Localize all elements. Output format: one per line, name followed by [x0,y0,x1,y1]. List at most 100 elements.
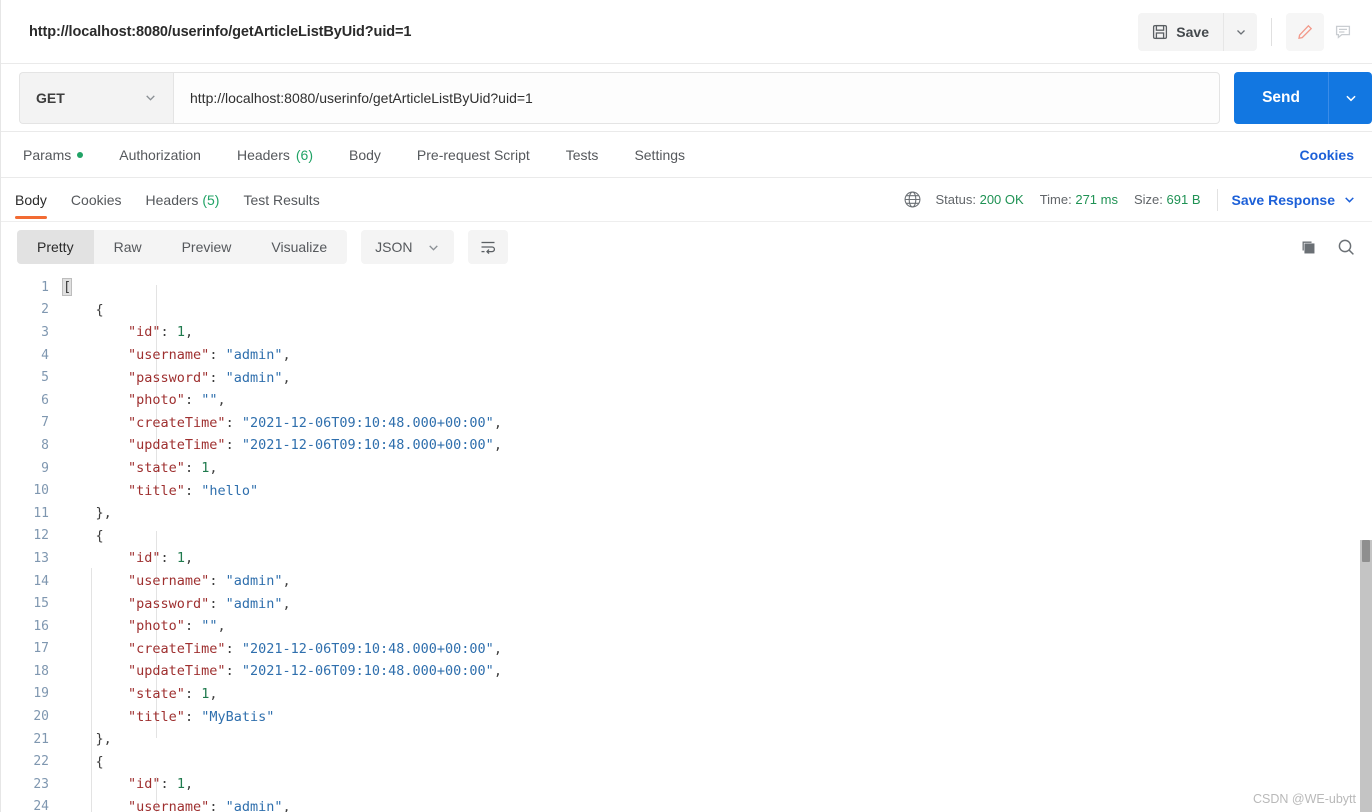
code-token: 1 [176,324,185,341]
line-number: 16 [33,618,49,634]
code-token: { [95,301,104,318]
response-tab-label: Body [15,191,47,208]
code-token: , [217,618,226,635]
http-method-select[interactable]: GET [19,71,173,124]
postman-window: http://localhost:8080/userinfo/getArticl… [0,0,1372,812]
code-token: , [282,573,291,590]
line-number: 14 [33,573,49,589]
code-token: "admin" [225,347,283,364]
code-token: "photo" [128,392,185,409]
send-button[interactable]: Send [1234,71,1328,124]
comment-icon [1334,23,1352,41]
line-number: 1 [41,279,49,295]
code-token: 1 [176,776,185,793]
save-button-group: Save [1138,12,1257,51]
comment-button[interactable] [1324,13,1362,51]
line-number: 3 [41,324,49,340]
code-token: : [209,798,226,812]
save-button[interactable]: Save [1138,13,1223,51]
line-number: 12 [33,528,49,544]
request-tab-label: Body [349,146,381,163]
line-content: "state": 1, [63,686,217,702]
request-tab-body[interactable]: Body [349,147,399,163]
pencil-icon [1296,23,1314,41]
request-tab-tests[interactable]: Tests [566,147,617,163]
code-line: 12 { [1,525,1372,548]
request-tab-label: Settings [634,146,686,163]
code-token: , [184,776,194,793]
code-token: "admin" [225,573,283,590]
response-tab-test-results[interactable]: Test Results [243,192,319,220]
request-tab-pre-request-script[interactable]: Pre-request Script [417,147,548,163]
line-number: 6 [41,392,49,408]
save-dropdown-button[interactable] [1223,12,1257,51]
view-mode-raw[interactable]: Raw [94,230,162,264]
request-tab-settings[interactable]: Settings [634,147,703,163]
line-number: 8 [41,437,49,453]
view-mode-segment: Pretty Raw Preview Visualize [17,230,348,264]
view-mode-visualize[interactable]: Visualize [251,230,347,264]
line-content: [ [61,278,73,297]
save-response-button[interactable]: Save Response [1232,192,1357,208]
line-number: 4 [41,347,49,363]
request-tab-params[interactable]: Params [23,147,101,163]
request-tab-authorization[interactable]: Authorization [119,147,219,163]
response-tab-body[interactable]: Body [15,192,47,220]
line-content: "state": 1, [63,460,217,476]
word-wrap-icon [479,238,497,256]
scrollbar-thumb[interactable] [1362,540,1370,562]
cookies-link[interactable]: Cookies [1300,147,1354,163]
line-content: }, [63,505,112,521]
code-line: 14 "username": "admin", [1,570,1372,593]
word-wrap-button[interactable] [467,230,508,264]
code-token: "2021-12-06T09:10:48.000+00:00" [241,640,494,657]
watermark: CSDN @WE-ubytt [1253,792,1356,806]
save-button-label: Save [1176,23,1209,40]
response-headers-count: (5) [202,191,220,208]
line-content: "password": "admin", [63,596,291,612]
view-mode-preview[interactable]: Preview [162,230,252,264]
line-content: { [63,528,104,544]
code-token: "2021-12-06T09:10:48.000+00:00" [241,437,494,454]
edit-request-button[interactable] [1286,12,1324,51]
divider [1271,17,1272,46]
params-indicator-dot [77,151,84,158]
chevron-down-icon [144,91,157,104]
response-tab-headers[interactable]: Headers (5) [146,192,220,220]
code-line: 5 "password": "admin", [1,366,1372,389]
search-button[interactable] [1336,237,1356,257]
response-format-label: JSON [375,239,413,255]
line-number: 18 [33,663,49,679]
code-token: "admin" [225,595,283,612]
response-body-viewer[interactable]: 1[2 {3 "id": 1, 4 "username": "admin", 5 "… [1,272,1372,812]
vertical-scrollbar[interactable] [1360,540,1372,812]
copy-button[interactable] [1299,238,1318,257]
code-line: 1[ [1,276,1372,299]
code-token: : [184,392,202,409]
response-format-select[interactable]: JSON [361,230,454,264]
url-bar: GET http://localhost:8080/userinfo/getAr… [1,64,1372,132]
code-token: : [225,663,242,680]
time-badge: Time: 271 ms [1040,192,1118,207]
code-token: "updateTime" [128,663,226,680]
line-content: "updateTime": "2021-12-06T09:10:48.000+0… [63,663,502,679]
copy-icon [1299,238,1318,257]
floppy-disk-icon [1152,24,1168,40]
line-content: "photo": "", [63,618,226,634]
response-tab-label: Headers [145,191,199,208]
url-input[interactable]: http://localhost:8080/userinfo/getArticl… [173,71,1221,124]
response-meta: Status: 200 OK Time: 271 ms Size: 691 B … [903,188,1357,211]
viewer-right-actions [1299,237,1356,257]
response-tab-cookies[interactable]: Cookies [71,192,122,220]
view-mode-pretty[interactable]: Pretty [17,230,94,264]
send-dropdown-button[interactable] [1328,71,1372,124]
line-number: 19 [33,686,49,702]
request-tab-headers[interactable]: Headers (6) [237,147,331,163]
matching-bracket: [ [61,278,73,297]
code-token: , [282,347,291,364]
line-content: "updateTime": "2021-12-06T09:10:48.000+0… [63,437,502,453]
send-button-group: Send [1234,71,1372,124]
code-line: 4 "username": "admin", [1,344,1372,367]
code-line: 11 }, [1,502,1372,525]
code-token: "updateTime" [128,437,226,454]
